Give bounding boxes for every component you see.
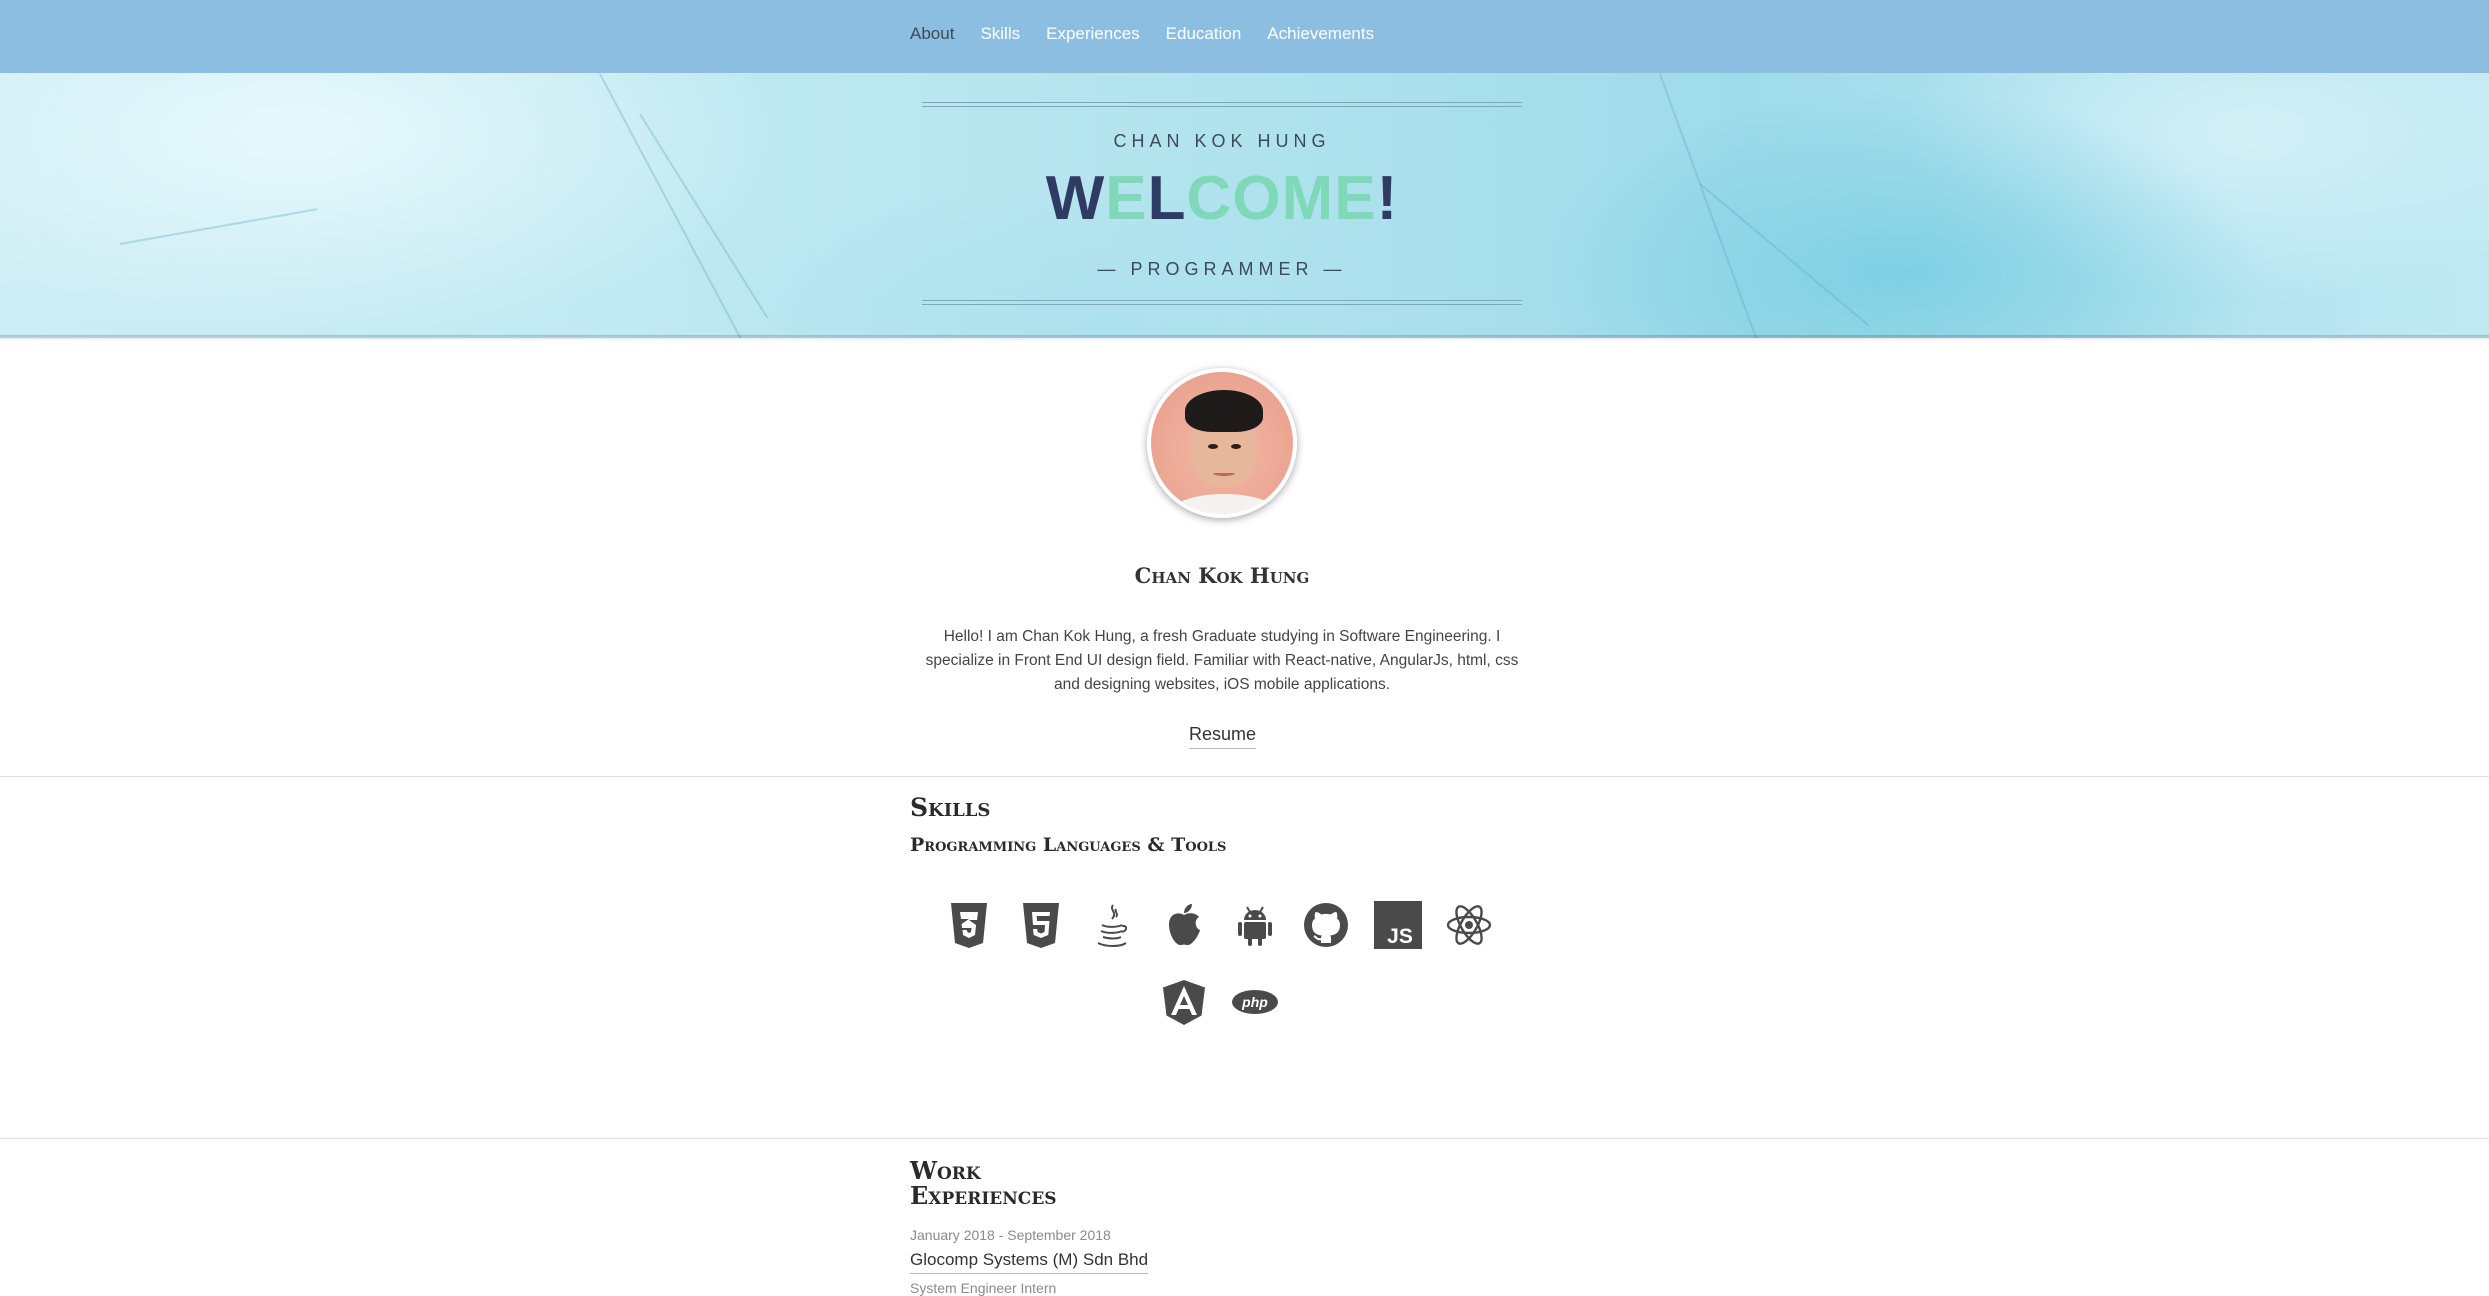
- android-icon: [1231, 901, 1279, 949]
- work-role: System Engineer Intern: [910, 1280, 1057, 1296]
- svg-text:php: php: [1241, 994, 1268, 1010]
- angular-icon: [1160, 978, 1208, 1026]
- section-divider: [0, 776, 2489, 777]
- nav-item-about[interactable]: About: [910, 24, 954, 44]
- work-heading: Work Experiences: [910, 1158, 1057, 1208]
- section-divider: [0, 1138, 2489, 1139]
- hero-bottom-rule: [922, 300, 1522, 305]
- hero-welcome-heading: WELCOME!: [1045, 164, 1399, 233]
- nav-item-skills[interactable]: Skills: [980, 24, 1020, 44]
- profile-name: Chan Kok Hung: [1134, 563, 1310, 588]
- work-date: January 2018 - September 2018: [910, 1227, 1111, 1243]
- skills-heading: Skills: [910, 793, 991, 822]
- work-heading-line2: Experiences: [910, 1181, 1057, 1210]
- css3-icon: [945, 901, 993, 949]
- nav-menu: About Skills Experiences Education Achie…: [910, 24, 1374, 44]
- resume-link[interactable]: Resume: [1189, 724, 1257, 749]
- work-company-link[interactable]: Glocomp Systems (M) Sdn Bhd: [910, 1250, 1149, 1274]
- avatar: [1147, 368, 1297, 518]
- work-heading-line1: Work: [910, 1156, 981, 1185]
- top-navbar: About Skills Experiences Education Achie…: [0, 0, 2489, 73]
- apple-icon: [1160, 901, 1208, 949]
- java-icon: [1088, 901, 1136, 949]
- hero-top-rule: [922, 102, 1522, 107]
- skills-subheading: Programming Languages & Tools: [910, 834, 1227, 856]
- nav-item-education[interactable]: Education: [1166, 24, 1242, 44]
- javascript-icon: JS: [1374, 901, 1422, 949]
- github-icon: [1302, 901, 1350, 949]
- react-icon: [1445, 901, 1493, 949]
- profile-bio: Hello! I am Chan Kok Hung, a fresh Gradu…: [925, 628, 1519, 693]
- php-icon: php: [1231, 978, 1279, 1026]
- svg-text:JS: JS: [1387, 925, 1413, 948]
- hero-role: — PROGRAMMER —: [1097, 259, 1347, 279]
- hero-shadow: [0, 335, 2489, 341]
- nav-item-experiences[interactable]: Experiences: [1046, 24, 1140, 44]
- html5-icon: [1017, 901, 1065, 949]
- hero-name: CHAN KOK HUNG: [1113, 131, 1331, 151]
- nav-item-achievements[interactable]: Achievements: [1267, 24, 1374, 44]
